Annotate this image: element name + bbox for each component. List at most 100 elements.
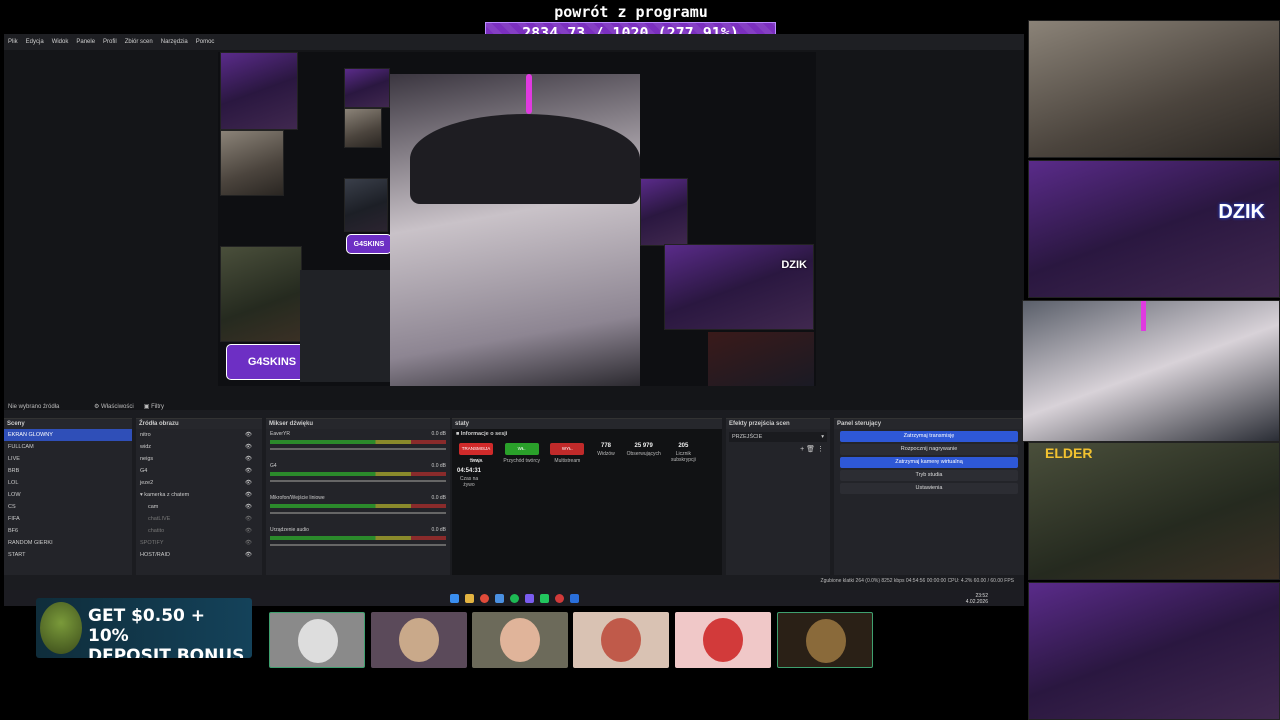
plus-icon[interactable]: +	[800, 446, 804, 453]
scenes-dock: Sceny EKRAN GLOWNY FULLCAM LIVE BRB LOL …	[4, 418, 132, 575]
taskbar-clock[interactable]: 23:52 4.02.2026	[966, 593, 988, 605]
obs-icon[interactable]	[554, 593, 564, 603]
menu-edit[interactable]: Edycja	[26, 39, 44, 45]
participant-thumb-4[interactable]	[573, 612, 669, 668]
windows-start-icon[interactable]	[449, 593, 459, 603]
eye-icon[interactable]: 👁	[245, 513, 252, 525]
source-group[interactable]: ▾ kamerka z chatem 👁	[136, 489, 262, 501]
scene-item[interactable]: EKRAN GLOWNY	[4, 429, 132, 441]
participant-thumb-3[interactable]	[472, 612, 568, 668]
discord-icon[interactable]	[524, 593, 534, 603]
stop-virtual-cam-button[interactable]: Zatrzymaj kamerę wirtualną	[840, 457, 1018, 468]
eye-icon[interactable]: 👁	[245, 465, 252, 477]
scene-item[interactable]: LIVE	[4, 453, 132, 465]
source-item[interactable]: neigs 👁	[136, 453, 262, 465]
menu-file[interactable]: Plik	[8, 39, 18, 45]
menu-docks[interactable]: Panele	[76, 39, 95, 45]
transition-select[interactable]: PRZEJŚCIE ▾	[729, 432, 827, 442]
stat-revenue: WŁ. Przychód twórcy	[500, 443, 544, 464]
trash-icon[interactable]: 🗑	[806, 446, 815, 453]
dzik-logo: DZIK	[1218, 201, 1265, 223]
steam-icon[interactable]	[569, 593, 579, 603]
preview-cam-3	[344, 68, 390, 108]
preview-ad-banner	[708, 332, 814, 386]
volume-slider[interactable]	[270, 480, 446, 482]
eye-icon[interactable]: 👁	[245, 489, 252, 501]
scene-item[interactable]: RANDOM GIERKI	[4, 537, 132, 549]
scene-item[interactable]: CS	[4, 501, 132, 513]
participant-thumb-car[interactable]	[269, 612, 365, 668]
source-item[interactable]: nitro 👁	[136, 429, 262, 441]
elder-sign: ELDER	[1045, 445, 1093, 461]
scene-item[interactable]: FIFA	[4, 513, 132, 525]
settings-button[interactable]: Ustawienia	[840, 483, 1018, 494]
thumb-image	[806, 619, 846, 663]
eye-icon[interactable]: 👁	[245, 537, 252, 549]
scene-item[interactable]: FULLCAM	[4, 441, 132, 453]
scene-item[interactable]: LOL	[4, 477, 132, 489]
ad-character	[40, 602, 82, 654]
eye-icon[interactable]: 👁	[245, 525, 252, 537]
source-item[interactable]: cam 👁	[136, 501, 262, 513]
eye-icon[interactable]: 👁	[245, 453, 252, 465]
preview-cam-2	[220, 130, 284, 196]
eye-icon[interactable]: 👁	[245, 501, 252, 513]
eye-icon[interactable]: 👁	[245, 477, 252, 489]
main-webcam-feed	[390, 74, 640, 386]
source-item[interactable]: widz 👁	[136, 441, 262, 453]
mixer-channel[interactable]: EaverYR 0.0 dB	[266, 429, 450, 461]
filters-tab[interactable]: ▣ Filtry	[144, 403, 164, 410]
stat-live-time: 04:54:31 Czas na żywo	[456, 468, 482, 488]
spotify-icon[interactable]	[509, 593, 519, 603]
participant-thumb-5[interactable]	[675, 612, 771, 668]
preview-area[interactable]: G4SKINS G4SKINS DZIK	[4, 50, 1024, 410]
source-item[interactable]: SPOTIFY 👁	[136, 537, 262, 549]
menu-scene-collection[interactable]: Zbiór scen	[125, 39, 153, 45]
stat-subs: 205 Licznik subskrypcji	[670, 443, 696, 463]
app-icon[interactable]	[539, 593, 549, 603]
source-item[interactable]: HOST/RAID 👁	[136, 549, 262, 561]
mixer-channel[interactable]: G4 0.0 dB	[266, 461, 450, 493]
status-pill: WYŁ.	[550, 443, 585, 455]
eye-icon[interactable]: 👁	[245, 441, 252, 453]
mixer-channel[interactable]: Mikrofon/Wejście liniowe 0.0 dB	[266, 493, 450, 525]
volume-slider[interactable]	[270, 512, 446, 514]
deposit-bonus-ad[interactable]: GET $0.50 + 10% DEPOSIT BONUS	[36, 598, 252, 658]
telegram-icon[interactable]	[494, 593, 504, 603]
source-item[interactable]: chatito 👁	[136, 525, 262, 537]
studio-mode-button[interactable]: Tryb studia	[840, 470, 1018, 481]
chrome-icon[interactable]	[479, 593, 489, 603]
stat-viewers: 778 Widzów	[597, 443, 615, 457]
scene-item[interactable]: BRB	[4, 465, 132, 477]
menu-view[interactable]: Widok	[52, 39, 69, 45]
status-bar: Zgubione klatki 264 (0.0%) 8252 kbps 04:…	[4, 575, 1024, 587]
menu-bar: Plik Edycja Widok Panele Profil Zbiór sc…	[4, 34, 1024, 50]
controls-dock: Panel sterujący Zatrzymaj transmisję Roz…	[834, 418, 1024, 575]
volume-slider[interactable]	[270, 544, 446, 546]
source-item[interactable]: jeze2 👁	[136, 477, 262, 489]
source-item[interactable]: G4 👁	[136, 465, 262, 477]
preview-cam-6	[220, 246, 302, 342]
stop-stream-button[interactable]: Zatrzymaj transmisję	[840, 431, 1018, 442]
volume-slider[interactable]	[270, 448, 446, 450]
participant-thumb-2[interactable]	[371, 612, 467, 668]
menu-profile[interactable]: Profil	[103, 39, 117, 45]
folder-icon[interactable]	[464, 593, 474, 603]
properties-tab[interactable]: ⚙ Właściwości	[94, 403, 134, 410]
scene-item[interactable]: LOW	[4, 489, 132, 501]
start-recording-button[interactable]: Rozpocznij nagrywanie	[840, 444, 1018, 455]
eye-icon[interactable]: 👁	[245, 429, 252, 441]
scene-item[interactable]: BF6	[4, 525, 132, 537]
scene-item[interactable]: START	[4, 549, 132, 561]
participant-thumb-6[interactable]	[777, 612, 873, 668]
menu-help[interactable]: Pomoc	[196, 39, 215, 45]
volume-meter	[270, 504, 446, 508]
mixer-channel[interactable]: Urządzenie audio 0.0 dB	[266, 525, 450, 557]
session-info-title: ■ Informacje o sesji	[456, 431, 508, 437]
eye-icon[interactable]: 👁	[245, 549, 252, 561]
menu-tools[interactable]: Narzędzia	[161, 39, 188, 45]
preview-dzik-cam: DZIK	[664, 244, 814, 330]
transitions-dock: Efekty przejścia scen PRZEJŚCIE ▾ + 🗑 ⋮	[726, 418, 830, 575]
more-icon[interactable]: ⋮	[817, 446, 824, 453]
source-item[interactable]: chatLIVE 👁	[136, 513, 262, 525]
